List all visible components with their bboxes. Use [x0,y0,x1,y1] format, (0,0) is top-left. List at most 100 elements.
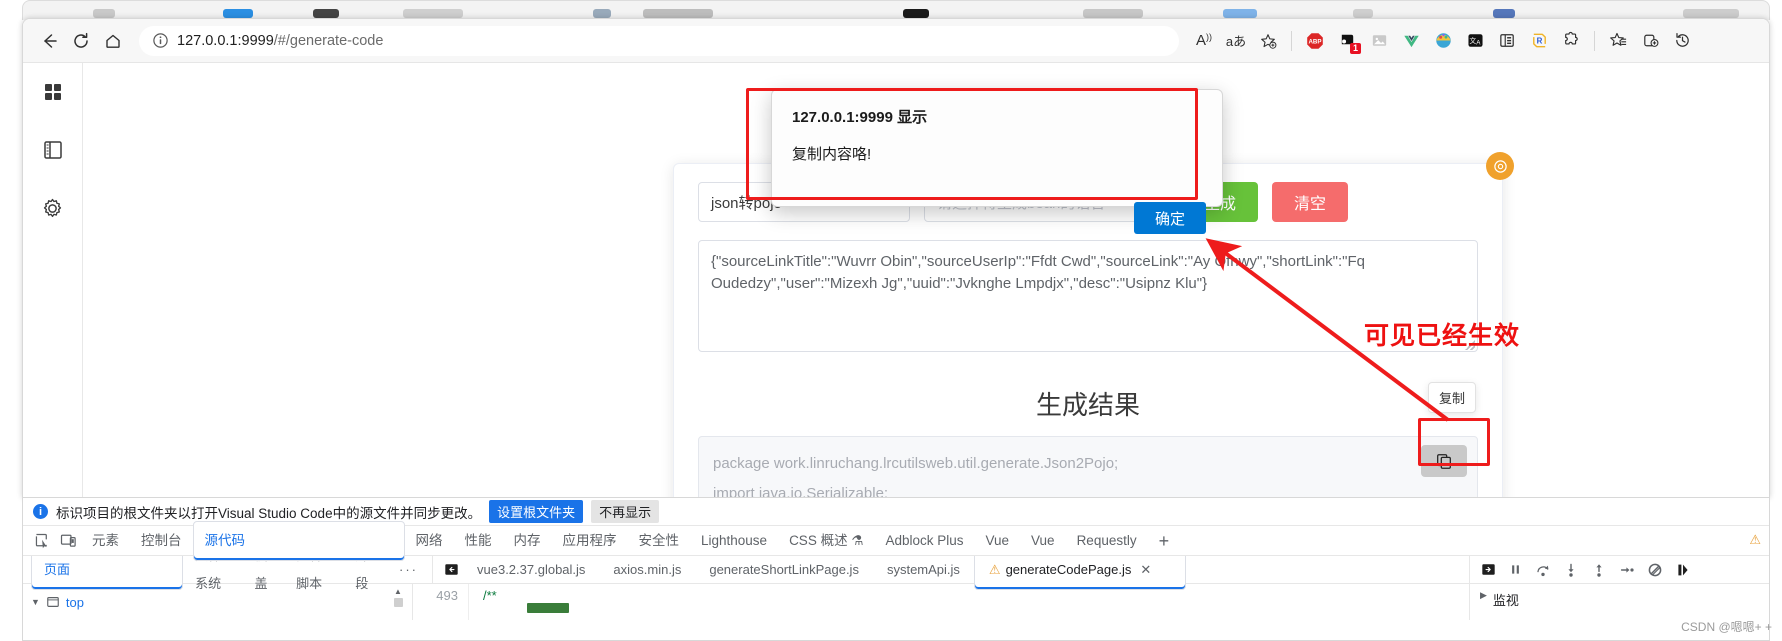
tree-item-top[interactable]: top [66,595,84,610]
tab-ghost [643,9,713,18]
toggle-navigator-icon[interactable] [439,560,463,580]
annotation-effective-note: 可见已经生效 [1364,321,1521,350]
url-path: /#/generate-code [273,32,384,49]
vue-devtools-icon[interactable] [1396,26,1426,56]
devtools-tab-security[interactable]: 安全性 [628,526,691,556]
frame-icon [46,595,60,609]
editor-code-area[interactable]: /** [469,584,1469,620]
devtools-tab-sources[interactable]: 源代码 [192,520,405,561]
scroll-up-icon[interactable]: ▲ [394,587,402,596]
file-tab-vue-global[interactable]: vue3.2.37.global.js [463,556,599,583]
extensions-puzzle-icon[interactable] [1556,26,1586,56]
tab-ghost [223,9,253,18]
alert-title: 127.0.0.1:9999 显示 [792,109,928,126]
copy-tooltip: 复制 [1427,382,1476,413]
file-tab-generate-short-link-page[interactable]: generateShortLinkPage.js [695,556,873,583]
device-toolbar-icon[interactable] [55,528,81,554]
history-icon[interactable] [1667,26,1697,56]
url-text: 127.0.0.1:9999/#/generate-code [177,33,383,49]
reload-icon[interactable] [65,25,97,57]
code-selection-highlight [527,603,569,613]
devtools-tab-performance[interactable]: 性能 [454,526,503,556]
json-input-textarea[interactable]: {"sourceLinkTitle":"Wuvrr Obin","sourceU… [698,240,1478,352]
editor-line-gutter: 493 [413,584,469,620]
notebook-icon[interactable] [40,137,66,163]
close-icon[interactable]: ✕ [1140,556,1151,583]
file-tab-system-api[interactable]: systemApi.js [873,556,974,583]
split-screen-icon[interactable] [1492,26,1522,56]
watch-section-label[interactable]: 监视 [1493,590,1519,609]
navigator-scrollbar[interactable]: ▲ [392,587,404,617]
watermark: CSDN @嗯嗯+ + [1681,620,1772,634]
back-arrow-icon[interactable] [33,25,65,57]
deactivate-breakpoints-icon[interactable] [1642,557,1668,583]
collections-icon[interactable] [1603,26,1633,56]
devtools-tab-vue-2[interactable]: Vue [1020,526,1066,556]
chevron-right-icon[interactable]: ▶ [1480,590,1487,601]
tab-ghost [1083,9,1143,18]
devtools-panel: i 标识项目的根文件夹以打开Visual Studio Code中的源文件并同步… [22,498,1770,641]
apps-grid-icon[interactable] [40,79,66,105]
inspect-element-icon[interactable] [29,528,55,554]
devtools-tab-vue-1[interactable]: Vue [975,526,1021,556]
alert-message: 复制内容咯! [792,146,872,163]
pause-script-icon[interactable] [1502,557,1528,583]
browser-window: 127.0.0.1:9999/#/generate-code A)) aあ AB… [22,18,1770,498]
devtools-tab-css-overview[interactable]: CSS 概述 ⚗ [778,526,874,556]
dont-show-again-button[interactable]: 不再显示 [591,500,660,523]
devtools-tab-memory[interactable]: 内存 [503,526,552,556]
scroll-thumb[interactable] [393,598,403,607]
file-tab-axios-min[interactable]: axios.min.js [599,556,695,583]
address-bar[interactable]: 127.0.0.1:9999/#/generate-code [139,25,1179,56]
adblock-plus-icon[interactable]: ABP [1300,26,1330,56]
home-icon[interactable] [97,25,129,57]
javascript-alert-dialog[interactable]: 127.0.0.1:9999 显示 复制内容咯! 确定 [771,89,1223,234]
screenshot-root: 127.0.0.1:9999/#/generate-code A)) aあ AB… [0,0,1782,641]
generated-code-area[interactable]: package work.linruchang.lrcutilsweb.util… [698,436,1478,497]
devtools-tab-requestly[interactable]: Requestly [1066,526,1148,556]
add-favorite-icon[interactable] [1253,26,1283,56]
notice-text: 标识项目的根文件夹以打开Visual Studio Code中的源文件并同步更改… [56,505,482,521]
step-into-icon[interactable] [1558,557,1584,583]
immersive-translate-icon[interactable]: 文A [1460,26,1490,56]
editor-file-tabs: vue3.2.37.global.js axios.min.js generat… [433,549,1469,590]
clear-button[interactable]: 清空 [1272,182,1349,222]
devtools-add-tab-button[interactable]: + [1148,526,1181,556]
copy-icon-button[interactable] [1421,445,1467,477]
devtools-tab-network[interactable]: 网络 [405,526,454,556]
add-tab-group-icon[interactable] [1635,26,1665,56]
extension-badge-icon[interactable]: 1 [1332,26,1362,56]
browser-tab-strip[interactable] [22,0,1770,20]
devtools-tab-lighthouse[interactable]: Lighthouse [690,526,778,556]
devtools-tab-console[interactable]: 控制台 [130,526,193,556]
step-out-icon[interactable] [1586,557,1612,583]
step-over-icon[interactable] [1530,557,1556,583]
debugger-sidebar: ▶ 监视 [1469,584,1769,620]
set-root-folder-button[interactable]: 设置根文件夹 [489,500,584,523]
site-info-icon[interactable] [151,32,169,50]
chevron-down-icon[interactable]: ▼ [31,597,40,607]
step-icon[interactable] [1614,557,1640,583]
devtools-tab-adblock-plus[interactable]: Adblock Plus [874,526,974,556]
requestly-icon[interactable]: R [1524,26,1554,56]
alert-ok-button[interactable]: 确定 [1134,202,1206,234]
navigator-tree: ▼ top ▲ [23,584,413,620]
pause-on-exceptions-icon[interactable] [1670,557,1696,583]
warning-indicator-icon[interactable]: ⚠ [1749,532,1761,548]
url-host: 127.0.0.1:9999 [177,32,274,49]
devtools-tab-elements[interactable]: 元素 [81,526,130,556]
settings-gear-icon[interactable] [40,195,66,221]
navigator-more-button[interactable]: ··· [385,562,432,577]
colorful-extension-icon[interactable] [1428,26,1458,56]
help-bubble-icon[interactable] [1486,152,1514,180]
result-title: 生成结果 [1035,390,1140,420]
tab-ghost [903,9,929,18]
flask-icon: ⚗ [851,532,864,548]
translate-icon[interactable]: aあ [1221,26,1251,56]
devtools-tab-application[interactable]: 应用程序 [552,526,628,556]
tab-ghost [1353,9,1373,18]
read-aloud-icon[interactable]: A)) [1189,26,1219,56]
svg-text:R: R [1536,37,1542,46]
image-extension-icon[interactable] [1364,26,1394,56]
toggle-debugger-sidebar-icon[interactable] [1476,560,1500,580]
